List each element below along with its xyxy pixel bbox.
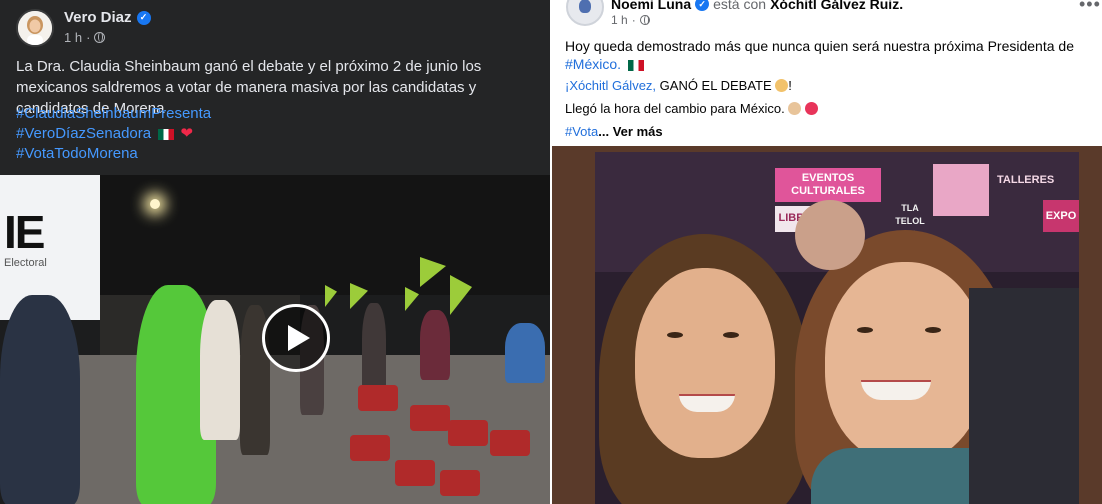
post-text-line-4: Llegó la hora del cambio para México.	[565, 101, 818, 116]
woman-right-eye	[857, 327, 873, 333]
video-person	[362, 303, 386, 393]
author-avatar[interactable]	[16, 9, 54, 47]
dot-separator: ·	[86, 30, 91, 45]
sign-expo: EXPO	[1043, 200, 1079, 232]
globe-icon	[94, 32, 106, 43]
post-noemi-luna: Noemi Luna ✓ está con Xóchitl Gálvez Rui…	[552, 0, 1102, 504]
video-roof	[100, 175, 550, 295]
avatar-photo	[18, 11, 52, 45]
video-chair	[490, 430, 530, 456]
dot-separator: ·	[631, 13, 636, 27]
author-name[interactable]: Vero Diaz ✓	[64, 9, 151, 26]
woman-right-smile	[861, 380, 931, 400]
video-chair	[350, 435, 390, 461]
video-person	[200, 300, 240, 440]
woman-right-eye	[925, 327, 941, 333]
post-time[interactable]: 1 h	[64, 30, 82, 45]
author-avatar[interactable]	[566, 0, 604, 26]
verified-badge-icon: ✓	[695, 0, 710, 11]
mention-xochitl-galvez[interactable]: ¡Xóchitl Gálvez,	[565, 78, 656, 93]
hashtag-mexico[interactable]: #México.	[565, 56, 621, 72]
video-ine-subtext: Electoral	[4, 257, 47, 269]
video-person	[0, 295, 80, 504]
with-text: está con	[713, 0, 767, 12]
post-photo[interactable]: EVENTOS CULTURALES TALLERES LIBRE TLA TE…	[595, 152, 1079, 504]
photo-background-person	[795, 200, 865, 270]
video-person	[505, 323, 545, 383]
mexico-flag-icon	[158, 128, 175, 140]
photo-crowd	[969, 288, 1079, 504]
hashtag-line-vero-diaz: #VeroDíazSenadora ❤	[16, 124, 211, 144]
mexico-flag-icon	[627, 59, 644, 71]
post-text-line-5: #Vota... Ver más	[565, 124, 663, 139]
hashtag-claudia-sheinbaum-presenta[interactable]: #ClaudiaSheinbaumPresenta	[16, 104, 211, 124]
video-chair	[448, 420, 488, 446]
sparkling-heart-icon	[804, 102, 818, 115]
sign-eventos-culturales: EVENTOS CULTURALES	[775, 168, 881, 202]
debate-text: GANÓ EL DEBATE	[656, 78, 772, 93]
video-chair	[410, 405, 450, 431]
post-meta: 1 h ·	[611, 13, 650, 27]
woman-left-eye	[667, 332, 683, 338]
post-headline: Noemi Luna ✓ está con Xóchitl Gálvez Rui…	[611, 0, 903, 12]
post-time[interactable]: 1 h	[611, 13, 628, 27]
exclamation-text: !	[788, 78, 792, 93]
heart-icon: ❤	[180, 125, 194, 142]
sign-talleres: TALLERES	[997, 174, 1055, 186]
post-text-line-1: Hoy queda demostrado más que nunca quien…	[565, 38, 1074, 54]
verified-badge-icon: ✓	[136, 10, 151, 25]
change-text: Llegó la hora del cambio para México.	[565, 101, 785, 116]
post-vero-diaz: Vero Diaz ✓ 1 h · La Dra. Claudia Sheinb…	[0, 0, 550, 504]
eyes-icon	[788, 102, 802, 115]
woman-right-face	[825, 262, 985, 462]
tagged-person[interactable]: Xóchitl Gálvez Ruiz.	[770, 0, 903, 12]
author-name[interactable]: Noemi Luna	[611, 0, 691, 12]
video-ine-logo: IE	[4, 206, 45, 258]
post-text-line-2: #México.	[565, 56, 644, 72]
woman-left-eye	[723, 332, 739, 338]
video-lamp	[150, 199, 160, 209]
play-icon[interactable]	[262, 304, 330, 372]
hashtag-vero-diaz-senadora[interactable]: #VeroDíazSenadora	[16, 125, 151, 142]
hashtag-vota[interactable]: #Vota	[565, 124, 598, 139]
video-person	[420, 310, 450, 380]
sign-logo	[933, 164, 989, 216]
post-text-line-3: ¡Xóchitl Gálvez, GANÓ EL DEBATE !	[565, 78, 792, 93]
hashtag-vota-todo-morena[interactable]: #VotaTodoMorena	[16, 144, 211, 164]
video-chair	[395, 460, 435, 486]
hashtag-list: #ClaudiaSheinbaumPresenta #VeroDíazSenad…	[16, 104, 211, 164]
video-chair	[358, 385, 398, 411]
post-meta: 1 h ·	[64, 30, 106, 45]
post-photo-frame: EVENTOS CULTURALES TALLERES LIBRE TLA TE…	[552, 146, 1102, 504]
see-more-link[interactable]: ... Ver más	[598, 124, 662, 139]
woman-left-face	[635, 268, 775, 458]
globe-icon	[639, 15, 650, 25]
more-options-icon[interactable]: •••	[1079, 0, 1101, 15]
author-name-text[interactable]: Vero Diaz	[64, 9, 132, 26]
clapping-hands-icon	[775, 79, 789, 92]
video-chair	[440, 470, 480, 496]
